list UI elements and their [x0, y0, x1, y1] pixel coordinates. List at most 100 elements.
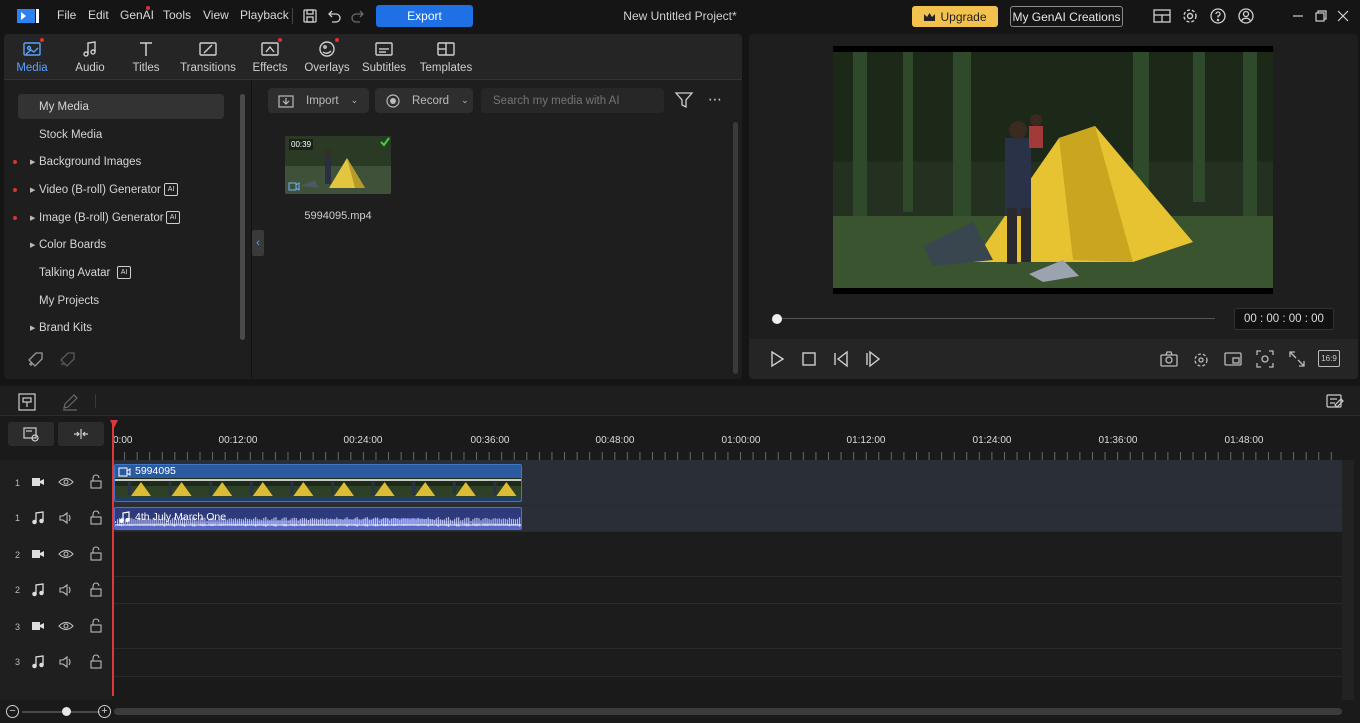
zoom-in-icon[interactable]: + — [98, 705, 111, 718]
timeline-tools-icon[interactable] — [17, 392, 37, 412]
undo-icon[interactable] — [325, 7, 343, 25]
export-button[interactable]: Export — [376, 5, 473, 27]
eye-icon[interactable] — [58, 475, 74, 489]
track-number: 2 — [15, 550, 21, 560]
media-scrollbar[interactable] — [733, 122, 738, 374]
sidebar-item-my-projects[interactable]: My Projects — [18, 288, 224, 313]
play-icon[interactable] — [767, 349, 787, 369]
filter-icon[interactable] — [674, 91, 694, 109]
tab-titles[interactable]: Titles — [124, 34, 168, 80]
timeline-vertical-scrollbar[interactable] — [1342, 460, 1354, 700]
lock-icon[interactable] — [89, 654, 103, 670]
more-options-icon[interactable]: ⋯ — [705, 91, 725, 109]
menu-view[interactable]: View — [203, 8, 229, 22]
sidebar-item-image-broll-generator[interactable]: ▶ Image (B-roll) Generator AI — [13, 205, 224, 230]
account-icon[interactable] — [1237, 7, 1255, 25]
help-icon[interactable] — [1209, 7, 1227, 25]
snapshot-icon[interactable] — [1159, 349, 1179, 369]
lock-icon[interactable] — [89, 618, 103, 634]
tab-audio[interactable]: Audio — [68, 34, 112, 80]
upgrade-button[interactable]: Upgrade — [912, 6, 998, 27]
previous-frame-icon[interactable] — [831, 349, 851, 369]
import-button[interactable]: Import ⌄ — [268, 88, 369, 113]
menu-tools[interactable]: Tools — [163, 8, 191, 22]
time-ruler[interactable]: 0:00 00:12:00 00:24:00 00:36:00 00:48:00… — [112, 420, 1342, 460]
import-label: Import — [306, 94, 339, 107]
media-icon — [22, 40, 42, 58]
sidebar-item-brand-kits[interactable]: ▶ Brand Kits — [18, 315, 224, 340]
sidebar-item-video-broll-generator[interactable]: ▶ Video (B-roll) Generator AI — [13, 177, 224, 202]
minimize-icon[interactable] — [1289, 7, 1307, 25]
lock-icon[interactable] — [89, 510, 103, 526]
record-button[interactable]: Record ⌄ — [375, 88, 473, 113]
lock-icon[interactable] — [89, 546, 103, 562]
sidebar-item-label: Background Images — [39, 155, 142, 168]
sidebar-item-talking-avatar[interactable]: Talking Avatar AI — [18, 260, 224, 285]
speaker-icon[interactable] — [58, 655, 74, 669]
scrub-handle[interactable] — [772, 314, 782, 324]
zoom-out-icon[interactable]: − — [6, 705, 19, 718]
sidebar-item-background-images[interactable]: ▶ Background Images — [13, 149, 224, 174]
sidebar-item-my-media[interactable]: My Media — [18, 94, 224, 119]
speaker-icon[interactable] — [58, 511, 74, 525]
sidebar-item-stock-media[interactable]: Stock Media — [18, 122, 224, 147]
speaker-icon[interactable] — [58, 583, 74, 597]
layout-icon[interactable] — [1152, 7, 1172, 25]
audio-clip[interactable]: 4th July March One — [114, 507, 522, 530]
timeline-settings-icon[interactable] — [1325, 391, 1345, 411]
collapse-sidebar-icon[interactable]: ‹ — [252, 230, 264, 256]
fullscreen-icon[interactable] — [1287, 349, 1307, 369]
save-icon[interactable] — [301, 7, 319, 25]
edit-pen-icon[interactable] — [60, 392, 80, 412]
track-manager-button[interactable] — [8, 422, 54, 446]
close-icon[interactable] — [1334, 7, 1352, 25]
tab-transitions[interactable]: Transitions — [178, 34, 238, 80]
lock-icon[interactable] — [89, 582, 103, 598]
menu-genai[interactable]: GenAI — [120, 8, 154, 22]
expand-arrow-icon[interactable]: ▶ — [30, 186, 35, 194]
expand-arrow-icon[interactable]: ▶ — [30, 324, 35, 332]
sidebar-item-color-boards[interactable]: ▶ Color Boards — [18, 232, 224, 257]
lock-icon[interactable] — [89, 474, 103, 490]
restore-icon[interactable] — [1312, 7, 1330, 25]
zoom-preview-icon[interactable] — [1255, 349, 1275, 369]
video-preview[interactable] — [833, 46, 1273, 294]
menu-file[interactable]: File — [57, 8, 76, 22]
tab-media[interactable]: Media — [10, 34, 54, 80]
zoom-slider-handle[interactable] — [62, 707, 71, 716]
gear-icon[interactable] — [1181, 7, 1199, 25]
ruler-label: 01:48:00 — [1224, 435, 1264, 446]
eye-icon[interactable] — [58, 619, 74, 633]
preview-quality-icon[interactable] — [1191, 349, 1211, 369]
fit-timeline-button[interactable] — [58, 422, 104, 446]
sidebar-scrollbar[interactable] — [240, 94, 245, 340]
expand-arrow-icon[interactable]: ▶ — [30, 158, 35, 166]
tab-subtitles[interactable]: Subtitles — [360, 34, 408, 80]
playhead-handle[interactable] — [110, 420, 118, 428]
tab-effects[interactable]: Effects — [248, 34, 292, 80]
video-clip[interactable]: 5994095 — [114, 464, 522, 502]
next-frame-icon[interactable] — [863, 349, 883, 369]
tab-templates[interactable]: Templates — [418, 34, 474, 80]
remove-tag-icon[interactable] — [58, 349, 78, 369]
upgrade-label: Upgrade — [940, 9, 987, 24]
stop-icon[interactable] — [799, 349, 819, 369]
track-row-audio-2 — [0, 577, 1342, 604]
redo-icon[interactable] — [349, 7, 367, 25]
menu-edit[interactable]: Edit — [88, 8, 109, 22]
playhead[interactable] — [112, 420, 114, 696]
aspect-ratio-button[interactable]: 16:9 — [1318, 350, 1340, 367]
search-input[interactable] — [481, 88, 664, 113]
timeline-horizontal-scrollbar[interactable] — [114, 708, 1342, 715]
display-settings-icon[interactable] — [1223, 349, 1243, 369]
eye-icon[interactable] — [58, 547, 74, 561]
scrub-track[interactable] — [777, 318, 1215, 319]
my-genai-creations-button[interactable]: My GenAI Creations — [1010, 6, 1123, 27]
zoom-slider[interactable] — [22, 711, 100, 713]
tab-overlays[interactable]: Overlays — [304, 34, 350, 80]
expand-arrow-icon[interactable]: ▶ — [30, 241, 35, 249]
sidebar-item-label: My Projects — [39, 294, 100, 307]
menu-playback[interactable]: Playback — [240, 8, 289, 22]
expand-arrow-icon[interactable]: ▶ — [30, 214, 35, 222]
add-tag-icon[interactable] — [26, 349, 46, 369]
